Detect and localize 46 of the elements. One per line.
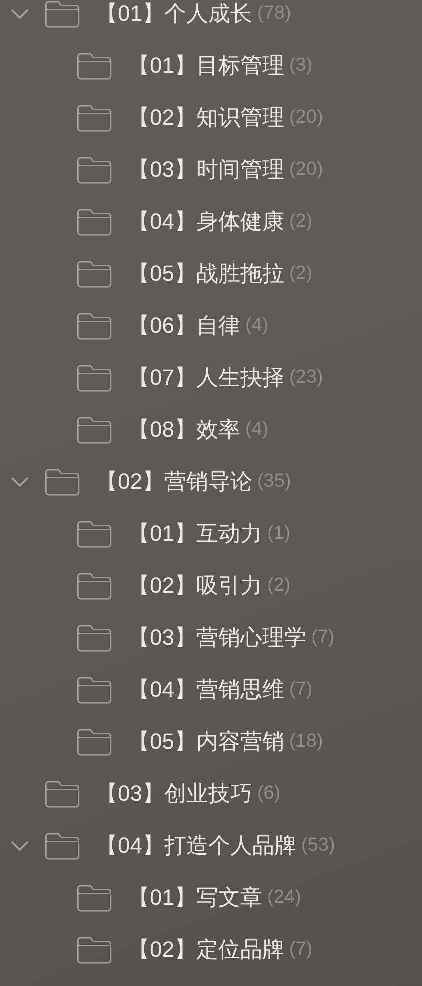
chevron-down-icon[interactable]: [10, 476, 30, 488]
folder-name[interactable]: 【04】营销思维: [128, 675, 284, 705]
folder-icon: [77, 104, 112, 132]
folder-name[interactable]: 【08】效率: [128, 415, 240, 445]
item-count: (6): [257, 783, 281, 805]
folder-name[interactable]: 【05】内容营销: [128, 727, 284, 757]
chevron-down-icon[interactable]: [10, 840, 30, 852]
folder-name[interactable]: 【05】战胜拖拉: [128, 259, 284, 289]
folder-icon: [77, 208, 112, 236]
folder-icon: [77, 416, 112, 444]
folder-icon: [77, 676, 112, 704]
folder-name[interactable]: 【07】人生抉择: [128, 363, 284, 393]
folder-name[interactable]: 【01】写文章: [128, 883, 262, 913]
folder-name[interactable]: 【04】身体健康: [128, 207, 284, 237]
folder-icon: [45, 780, 80, 808]
folder-icon: [77, 312, 112, 340]
item-count: (24): [267, 887, 302, 909]
folder-icon: [77, 572, 112, 600]
folder-icon: [77, 624, 112, 652]
folder-name[interactable]: 【02】定位品牌: [128, 935, 284, 965]
folder-name[interactable]: 【01】个人成长: [96, 0, 252, 29]
folder-icon: [77, 364, 112, 392]
folder-name[interactable]: 【03】时间管理: [128, 155, 284, 185]
folder-name[interactable]: 【02】营销导论: [96, 467, 252, 497]
folder-name[interactable]: 【04】打造个人品牌: [96, 831, 296, 861]
folder-name[interactable]: 【06】自律: [128, 311, 240, 341]
folder-name[interactable]: 【03】创业技巧: [96, 779, 252, 809]
folder-name[interactable]: 【01】目标管理: [128, 51, 284, 81]
item-count: (53): [301, 835, 336, 857]
folder-icon: [77, 884, 112, 912]
folder-icon: [45, 0, 80, 28]
folder-icon: [45, 468, 80, 496]
folder-name[interactable]: 【02】吸引力: [128, 571, 262, 601]
folder-name[interactable]: 【02】知识管理: [128, 103, 284, 133]
folder-icon: [77, 520, 112, 548]
folder-icon: [77, 156, 112, 184]
item-count: (18): [289, 731, 324, 753]
item-count: (7): [289, 939, 313, 961]
folder-icon: [77, 728, 112, 756]
folder-name[interactable]: 【01】互动力: [128, 519, 262, 549]
folder-icon: [77, 52, 112, 80]
folder-icon: [77, 936, 112, 964]
chevron-down-icon[interactable]: [10, 8, 30, 20]
folder-icon: [45, 832, 80, 860]
folder-icon: [77, 260, 112, 288]
folder-name[interactable]: 【03】营销心理学: [128, 623, 306, 653]
